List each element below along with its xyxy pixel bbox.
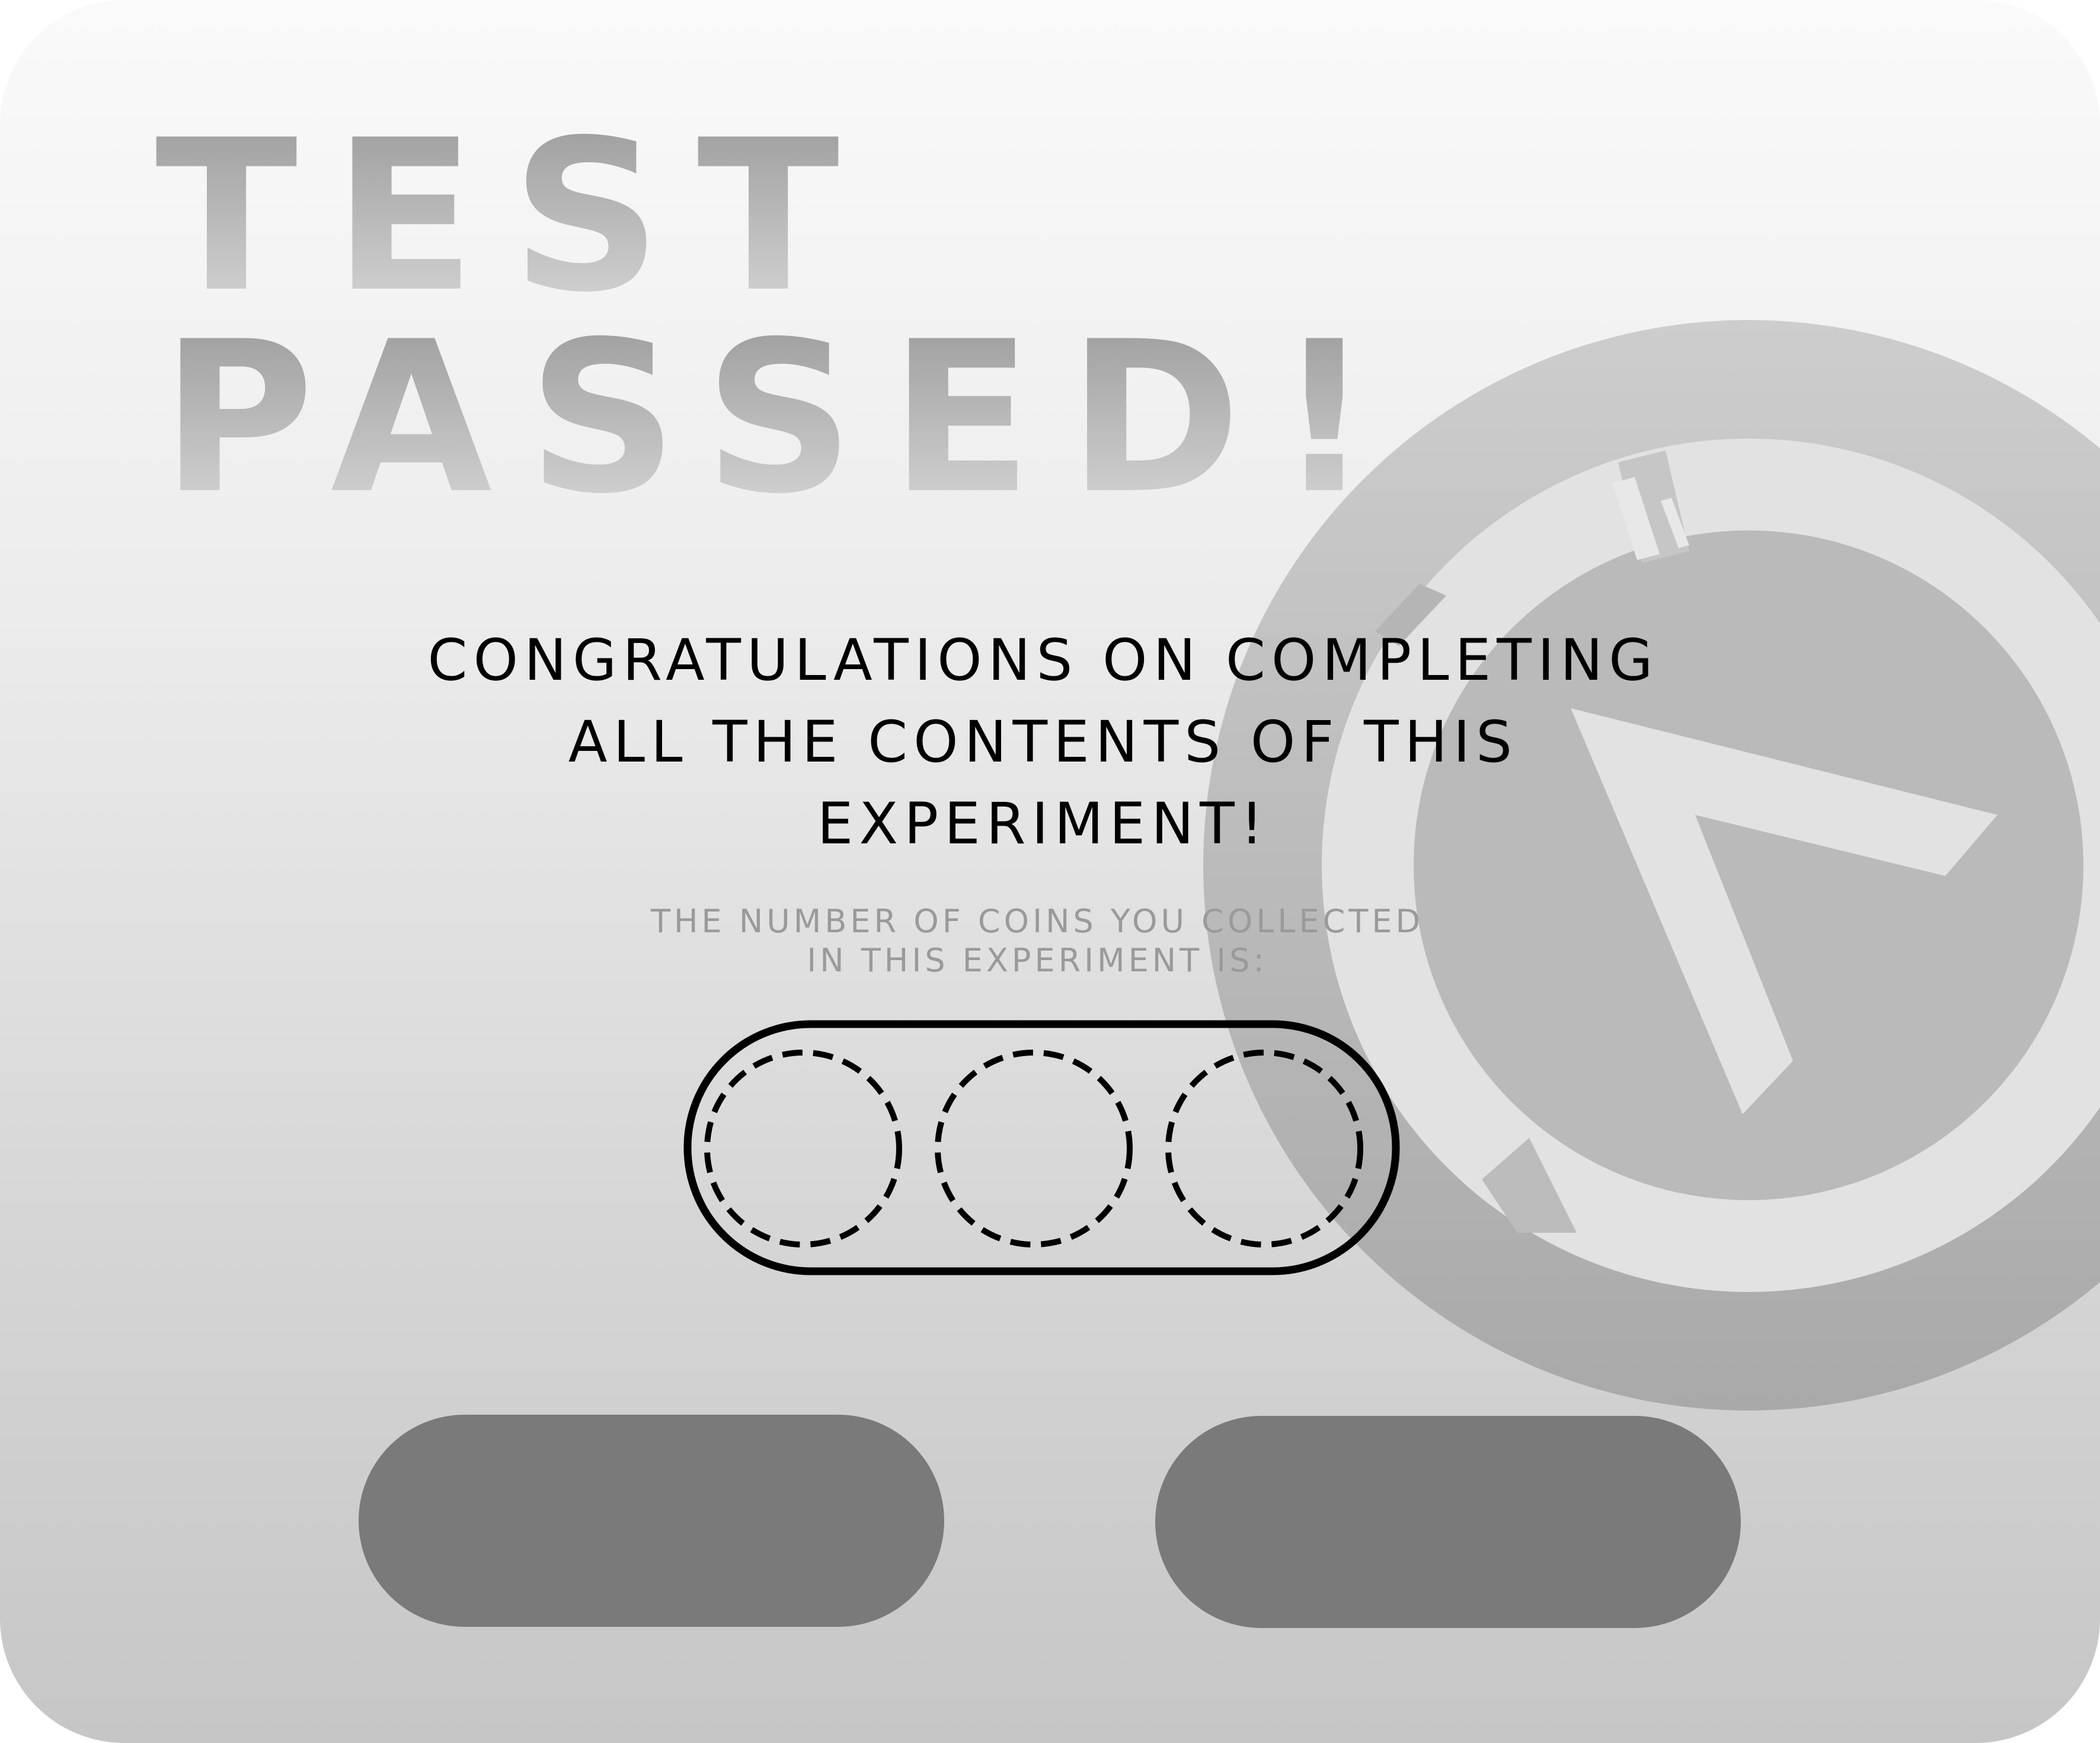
right-action-button[interactable] [1155, 1416, 1741, 1628]
results-panel: TEST PASSED! CONGRATULATIONS ON COMPLETI… [0, 0, 2100, 1743]
coin-tray [683, 1020, 1400, 1275]
coin-tray-frame [683, 1020, 1400, 1275]
empty-coin-slot-icon [935, 1050, 1133, 1248]
empty-coin-slot-icon [704, 1050, 902, 1248]
test-passed-screen: TEST PASSED! CONGRATULATIONS ON COMPLETI… [0, 0, 2100, 1743]
empty-coin-slot-icon [1165, 1050, 1363, 1248]
left-action-button[interactable] [359, 1415, 944, 1627]
coin-slots [704, 1050, 1363, 1248]
